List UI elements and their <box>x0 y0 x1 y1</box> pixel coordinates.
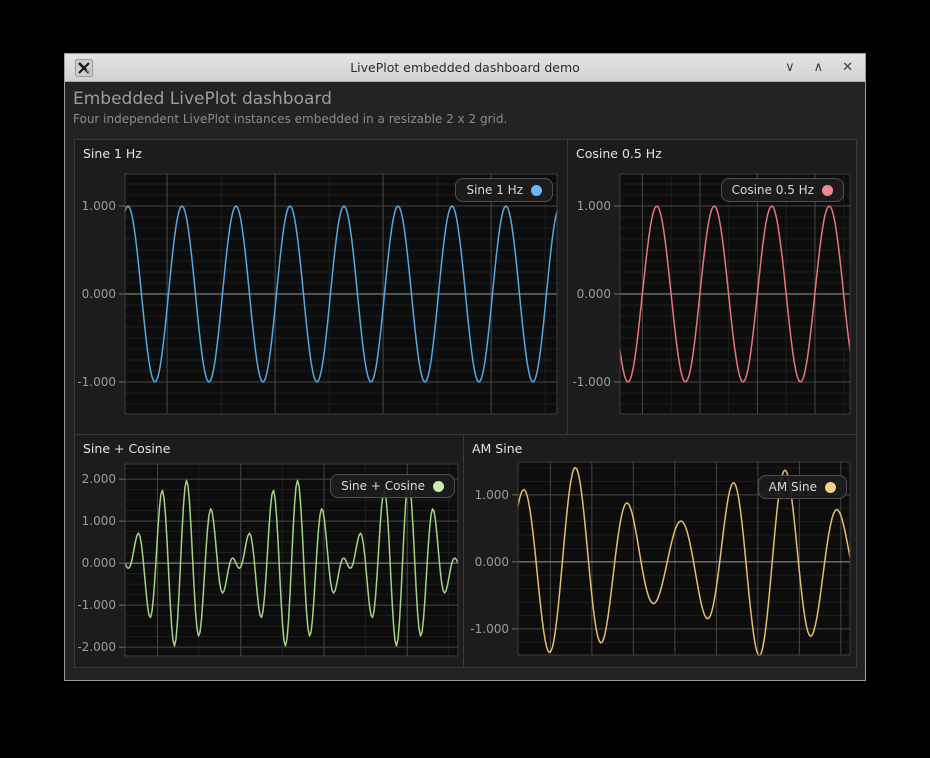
splitter-handle-bottom[interactable] <box>461 435 467 667</box>
legend-label: Sine + Cosine <box>341 479 425 493</box>
page-title: Embedded LivePlot dashboard <box>73 89 507 109</box>
panel-title: Sine + Cosine <box>83 441 170 456</box>
svg-text:1.000: 1.000 <box>475 488 509 502</box>
legend-label: Sine 1 Hz <box>466 183 523 197</box>
dashboard-header: Embedded LivePlot dashboard Four indepen… <box>73 89 507 126</box>
svg-text:1.000: 1.000 <box>82 199 116 213</box>
svg-text:1.000: 1.000 <box>577 199 611 213</box>
panel-sine-plus-cosine: Sine + Cosine 2.000 1.000 0.000 -1.000 -2.00… <box>75 435 464 667</box>
svg-text:-1.000: -1.000 <box>470 622 509 636</box>
legend[interactable]: AM Sine <box>758 475 847 499</box>
window-controls: ∨ ∧ ✕ <box>783 59 855 77</box>
legend-marker-icon <box>531 185 542 196</box>
legend[interactable]: Sine + Cosine <box>330 474 455 498</box>
grid-row-top: Sine 1 Hz 1.000 0.000 -1.000 Sine 1 Hz Cos… <box>75 140 856 434</box>
svg-text:-1.000: -1.000 <box>77 375 116 389</box>
splitter-handle-horizontal[interactable] <box>75 431 856 437</box>
app-window: LivePlot embedded dashboard demo ∨ ∧ ✕ E… <box>64 53 866 681</box>
window-title: LivePlot embedded dashboard demo <box>65 60 865 75</box>
svg-text:-2.000: -2.000 <box>77 640 116 654</box>
legend-marker-icon <box>825 482 836 493</box>
splitter-handle-top[interactable] <box>565 140 571 434</box>
svg-text:0.000: 0.000 <box>82 287 116 301</box>
panel-cosine-05hz: Cosine 0.5 Hz 1.000 0.000 -1.000 Cosine 0.… <box>568 140 856 434</box>
panel-title: Sine 1 Hz <box>83 146 142 161</box>
maximize-button[interactable]: ∧ <box>812 59 826 77</box>
svg-text:-1.000: -1.000 <box>572 375 611 389</box>
x11-logo-icon[interactable] <box>75 59 93 77</box>
panel-am-sine: AM Sine 1.000 0.000 -1.000 AM Sine <box>464 435 856 667</box>
svg-text:0.000: 0.000 <box>475 555 509 569</box>
minimize-button[interactable]: ∨ <box>783 59 797 77</box>
chart-canvas[interactable]: 2.000 1.000 0.000 -1.000 -2.000 <box>75 435 463 667</box>
svg-text:1.000: 1.000 <box>82 514 116 528</box>
panel-title: Cosine 0.5 Hz <box>576 146 662 161</box>
window-content: Embedded LivePlot dashboard Four indepen… <box>65 82 865 680</box>
svg-text:2.000: 2.000 <box>82 472 116 486</box>
svg-text:-1.000: -1.000 <box>77 598 116 612</box>
page-subtitle: Four independent LivePlot instances embe… <box>73 112 507 126</box>
legend-marker-icon <box>433 481 444 492</box>
chart-canvas[interactable]: 1.000 0.000 -1.000 <box>464 435 856 667</box>
titlebar[interactable]: LivePlot embedded dashboard demo ∨ ∧ ✕ <box>65 54 865 82</box>
svg-text:0.000: 0.000 <box>82 556 116 570</box>
panel-sine-1hz: Sine 1 Hz 1.000 0.000 -1.000 Sine 1 Hz <box>75 140 568 434</box>
legend-label: AM Sine <box>769 480 817 494</box>
legend[interactable]: Sine 1 Hz <box>455 178 553 202</box>
panel-title: AM Sine <box>472 441 522 456</box>
close-button[interactable]: ✕ <box>840 59 855 77</box>
dashboard-frame: Sine 1 Hz 1.000 0.000 -1.000 Sine 1 Hz Cos… <box>74 139 857 668</box>
svg-text:0.000: 0.000 <box>577 287 611 301</box>
legend[interactable]: Cosine 0.5 Hz <box>721 178 844 202</box>
legend-label: Cosine 0.5 Hz <box>732 183 814 197</box>
legend-marker-icon <box>822 185 833 196</box>
